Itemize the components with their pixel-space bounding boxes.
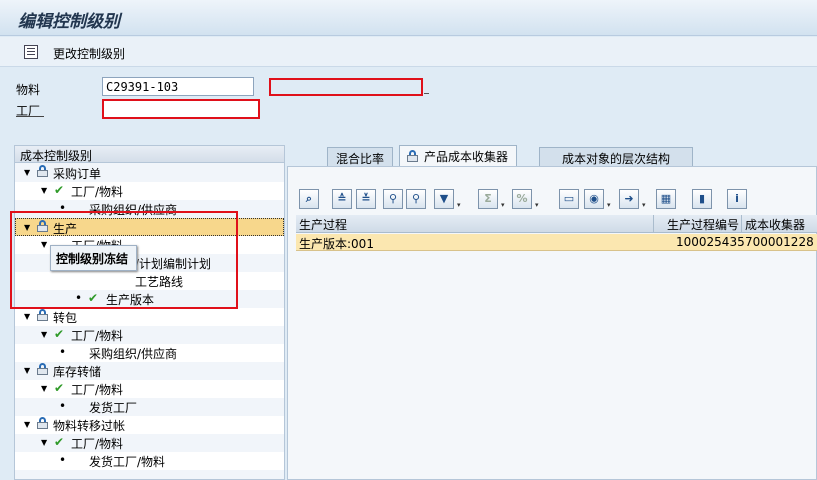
control-level-tree[interactable]: 成本控制级别 ▼ 采购订单 ▼ ✔ 工厂/物料 • 采购组织/供应商 ▼ 生产 … [14,145,285,480]
field-underline [424,93,429,94]
tab-cost-object-hierarchy[interactable]: 成本对象的层次结构 [539,147,694,167]
expand-triangle-icon[interactable]: ▼ [41,186,47,195]
column-header-cost-collector[interactable]: 成本收集器 [745,216,805,233]
change-control-level-button[interactable]: 更改控制级别 [53,45,125,62]
tree-label: 工厂/物料 [71,437,124,451]
bullet-icon: • [59,399,67,413]
tree-label: 库存转储 [53,365,102,379]
tree-label: 工厂/物料 [71,329,124,343]
export-icon[interactable]: ➜ [619,189,639,209]
tree-node-supplying-plant[interactable]: • 发货工厂 [15,398,284,416]
tab-mix-ratio[interactable]: 混合比率 [327,147,394,167]
cell-process[interactable]: 生产版本:001 [299,235,374,252]
filter-icon[interactable]: ▼ [434,189,454,209]
grid-header: 生产过程 生产过程编号 成本收集器 [296,215,817,233]
expand-triangle-icon[interactable]: ▼ [41,438,47,447]
expand-triangle-icon[interactable]: ▼ [24,168,30,177]
graphic-icon[interactable]: ▮ [692,189,712,209]
tree-node-stock-transfer[interactable]: ▼ 库存转储 [15,362,284,380]
application-toolbar: 更改控制级别 [0,37,817,67]
tree-label: 采购订单 [53,167,102,181]
tree-node-purchase-order[interactable]: ▼ 采购订单 [15,164,284,182]
check-icon: ✔ [54,435,65,449]
title-bar: 编辑控制级别 [0,0,817,36]
list-icon[interactable] [24,45,38,59]
chevron-down-icon[interactable]: ▾ [457,201,461,209]
tab-strip: 混合比率 产品成本收集器 成本对象的层次结构 [287,145,817,167]
chevron-down-icon[interactable]: ▾ [607,201,611,209]
layout-icon[interactable]: ▦ [656,189,676,209]
bullet-icon: • [59,453,67,467]
lock-icon [37,417,48,429]
chevron-down-icon: ▾ [535,201,539,209]
column-header-process-number[interactable]: 生产过程编号 [667,216,739,233]
expand-triangle-icon[interactable]: ▼ [24,420,30,429]
tree-label: 物料转移过帐 [53,419,126,433]
tree-node-plant-material[interactable]: ▼ ✔ 工厂/物料 [15,434,284,452]
production-highlight-box [10,211,238,309]
sum-icon: Σ [478,189,498,209]
tab-panel [287,166,817,480]
sort-descending-icon[interactable]: ≚ [356,189,376,209]
info-icon[interactable]: i [727,189,747,209]
bullet-icon: • [59,345,67,359]
check-icon: ✔ [54,183,65,197]
material-description-redacted [269,78,423,96]
cell-cost-collector[interactable]: 700001228 [745,235,814,249]
tree-node-plant-material[interactable]: ▼ ✔ 工厂/物料 [15,326,284,344]
lock-icon [37,165,48,177]
expand-triangle-icon[interactable]: ▼ [24,366,30,375]
tree-node-plant-material[interactable]: ▼ ✔ 工厂/物料 [15,182,284,200]
column-separator [741,215,742,232]
tree-node-supplying-plant-material[interactable]: • 发货工厂/物料 [15,452,284,470]
material-label: 物料 [16,83,41,97]
column-header-process[interactable]: 生产过程 [299,216,347,233]
sort-ascending-icon[interactable]: ≙ [332,189,352,209]
tree-node-material-transfer[interactable]: ▼ 物料转移过帐 [15,416,284,434]
tree-node-plant-material[interactable]: ▼ ✔ 工厂/物料 [15,380,284,398]
tree-node-purchasing-org[interactable]: • 采购组织/供应商 [15,344,284,362]
lock-icon [37,309,48,321]
check-icon: ✔ [54,327,65,341]
lock-icon [407,150,418,162]
check-icon: ✔ [54,381,65,395]
tree-label: 工厂/物料 [71,383,124,397]
tree-label: 发货工厂 [89,401,138,415]
chevron-down-icon[interactable]: ▾ [642,201,646,209]
find-next-icon[interactable]: ⚲ [406,189,426,209]
lock-icon [37,363,48,375]
plant-field[interactable] [102,99,260,119]
table-row[interactable]: 生产版本:001 100025435 700001228 [296,234,817,251]
cell-process-number[interactable]: 100025435 [676,235,745,249]
expand-triangle-icon[interactable]: ▼ [41,384,47,393]
views-icon[interactable]: ◉ [584,189,604,209]
details-icon[interactable]: ⌕ [299,189,319,209]
tree-label: 转包 [53,311,78,325]
find-icon[interactable]: ⚲ [383,189,403,209]
tree-header: 成本控制级别 [15,146,284,163]
tree-label: 发货工厂/物料 [89,455,166,469]
column-separator [653,215,654,232]
material-field[interactable]: C29391-103 [102,77,254,96]
expand-triangle-icon[interactable]: ▼ [41,330,47,339]
tree-label: 采购组织/供应商 [89,347,178,361]
tree-node-subcontracting[interactable]: ▼ 转包 [15,308,284,326]
print-icon[interactable]: ▭ [559,189,579,209]
chevron-down-icon: ▾ [501,201,505,209]
plant-label-underline [16,116,44,117]
expand-triangle-icon[interactable]: ▼ [24,312,30,321]
tree-label: 工厂/物料 [71,185,124,199]
tab-cost-collector[interactable]: 产品成本收集器 [399,145,518,167]
page-title: 编辑控制级别 [18,12,120,32]
subtotal-icon: % [512,189,532,209]
